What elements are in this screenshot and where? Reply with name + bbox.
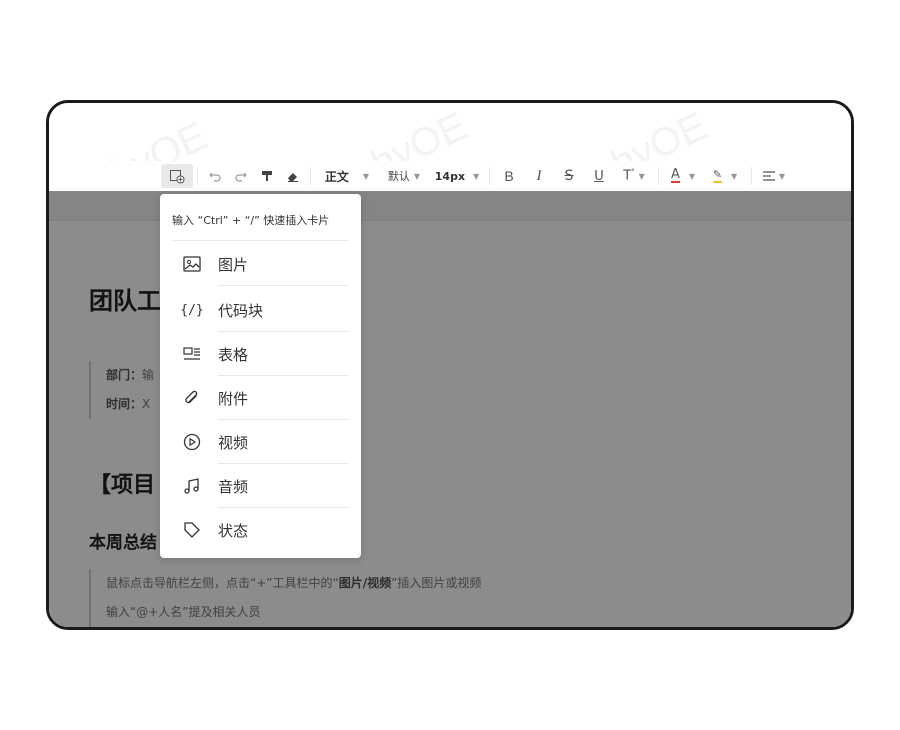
editor-toolbar: 正文 ▼ 默认 ▼ 14px ▼ B I S U T° ▼ A ▼ ✎ ▼ ▼: [49, 161, 851, 191]
insert-card-icon: [170, 170, 185, 184]
paragraph-style-value: 正文: [324, 169, 349, 184]
toolbar-divider: [310, 167, 311, 185]
format-painter-button[interactable]: [254, 164, 280, 188]
menu-item-status[interactable]: 状态: [160, 508, 361, 552]
toolbar-divider: [489, 167, 490, 185]
undo-icon: [209, 172, 221, 182]
superscript-icon: T°: [623, 168, 635, 184]
font-size-value: 14px: [434, 169, 466, 183]
menu-item-code-block[interactable]: {/} 代码块: [160, 288, 361, 332]
menu-item-label: 代码块: [218, 302, 264, 320]
music-icon: [182, 476, 202, 496]
menu-item-audio[interactable]: 音频: [160, 464, 361, 508]
insert-card-button[interactable]: [161, 164, 193, 188]
chevron-down-icon: ▼: [778, 171, 786, 181]
strikethrough-icon: S: [564, 168, 574, 184]
eraser-icon: [288, 173, 298, 182]
title-area: hyOE hyOE hyOE: [49, 103, 851, 196]
toolbar-divider: [197, 167, 198, 185]
menu-item-label: 音频: [218, 478, 249, 496]
paragraph-style-select[interactable]: 正文 ▼: [315, 164, 379, 188]
menu-item-label: 图片: [218, 256, 249, 274]
bold-icon: B: [504, 168, 514, 184]
bold-button[interactable]: B: [494, 164, 524, 188]
toolbar-divider: [658, 167, 659, 185]
menu-item-video[interactable]: 视频: [160, 420, 361, 464]
chevron-down-icon: ▼: [413, 171, 421, 181]
chevron-down-icon: ▼: [473, 171, 480, 181]
menu-item-label: 视频: [218, 434, 249, 452]
menu-item-divider: [218, 285, 349, 286]
chevron-down-icon: ▼: [362, 171, 370, 181]
font-size-select[interactable]: 14px ▼: [429, 164, 485, 188]
undo-button[interactable]: [202, 164, 228, 188]
clear-format-button[interactable]: [280, 164, 306, 188]
menu-item-image[interactable]: 图片: [160, 242, 361, 286]
video-icon: [182, 432, 202, 452]
more-text-style-button[interactable]: T° ▼: [614, 164, 654, 188]
align-button[interactable]: ▼: [756, 164, 792, 188]
highlight-color-button[interactable]: ✎ ▼: [703, 164, 747, 188]
underline-icon: U: [594, 168, 604, 184]
toolbar-divider: [751, 167, 752, 185]
chevron-down-icon: ▼: [731, 171, 738, 181]
code-block-icon: {/}: [180, 302, 204, 318]
paperclip-icon: [182, 388, 202, 408]
shortcut-hint: 输入 “Ctrl” + “/” 快速插入卡片: [172, 214, 330, 227]
chevron-down-icon: ▼: [638, 171, 645, 181]
menu-item-table[interactable]: 表格: [160, 332, 361, 376]
menu-item-label: 附件: [218, 390, 249, 408]
underline-button[interactable]: U: [584, 164, 614, 188]
italic-button[interactable]: I: [524, 164, 554, 188]
format-painter-icon: [262, 171, 272, 181]
menu-divider: [172, 240, 349, 241]
redo-icon: [235, 172, 247, 182]
tag-icon: [182, 520, 202, 540]
font-family-value: 默认: [387, 170, 410, 183]
align-left-icon: [762, 171, 775, 181]
italic-icon: I: [536, 167, 542, 184]
strikethrough-button[interactable]: S: [554, 164, 584, 188]
highlighter-icon: ✎: [712, 168, 723, 183]
menu-item-attachment[interactable]: 附件: [160, 376, 361, 420]
font-family-select[interactable]: 默认 ▼: [379, 164, 429, 188]
table-icon: [182, 344, 202, 364]
menu-item-label: 表格: [218, 346, 249, 364]
image-icon: [182, 254, 202, 274]
font-color-button[interactable]: A ▼: [663, 164, 703, 188]
redo-button[interactable]: [228, 164, 254, 188]
insert-card-menu: 输入 “Ctrl” + “/” 快速插入卡片 图片 {/} 代码块 表格 附件 …: [160, 194, 361, 558]
chevron-down-icon: ▼: [688, 171, 696, 181]
font-color-icon: A: [670, 167, 680, 183]
menu-item-label: 状态: [218, 522, 249, 540]
